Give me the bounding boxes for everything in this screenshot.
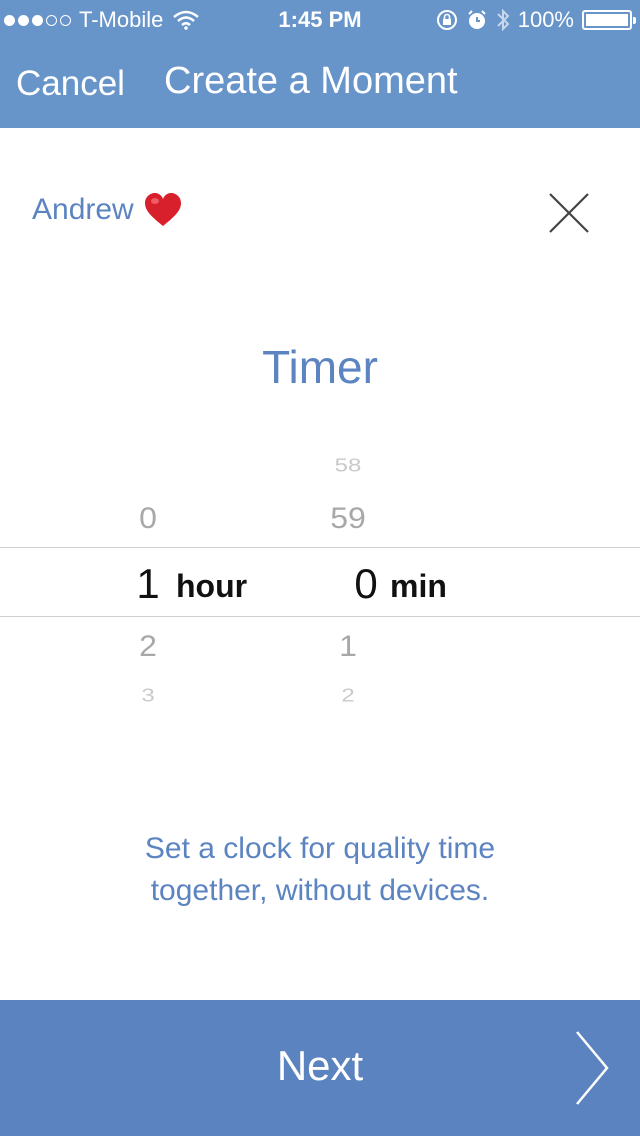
- battery-icon: [582, 10, 636, 30]
- minute-value-below-far: 2: [341, 685, 355, 706]
- minute-value-below: 1: [339, 629, 357, 663]
- picker-selection-top-line: [0, 547, 640, 548]
- next-label: Next: [276, 1042, 364, 1089]
- minute-value-above-far: 58: [334, 455, 362, 476]
- battery-percent: 100%: [517, 7, 574, 32]
- person-row: Andrew: [32, 192, 182, 228]
- red-heart-icon: [144, 193, 181, 226]
- duration-picker[interactable]: 0 1 2 3 hour 58 59 0 1 2 min: [0, 440, 640, 720]
- cancel-button[interactable]: Cancel: [16, 64, 125, 104]
- description-line-1: Set a clock for quality time: [144, 832, 496, 865]
- rotation-lock-icon: [436, 10, 457, 30]
- minute-value-above: 59: [330, 501, 366, 535]
- picker-selection-bottom-line: [0, 616, 640, 617]
- hour-unit-label: hour: [176, 568, 248, 604]
- nav-bar: Cancel Create a Moment: [0, 40, 640, 128]
- hour-value-below-far: 3: [141, 685, 155, 706]
- person-name: Andrew: [32, 193, 134, 226]
- description-line-2: together, without devices.: [150, 874, 490, 907]
- timer-description: Set a clock for quality time together, w…: [0, 828, 640, 912]
- close-icon[interactable]: [548, 192, 590, 234]
- page-title: Create a Moment: [164, 60, 458, 102]
- hour-value-below: 2: [139, 629, 157, 663]
- next-button[interactable]: Next: [0, 1000, 640, 1136]
- app-header: T-Mobile 1:45 PM 100% Cancel Create a Mo…: [0, 0, 640, 128]
- minute-unit-label: min: [390, 568, 447, 604]
- hour-value-above: 0: [139, 501, 157, 535]
- bluetooth-icon: [497, 8, 510, 32]
- chevron-right-icon: [576, 1031, 609, 1105]
- status-bar: T-Mobile 1:45 PM 100%: [0, 0, 640, 40]
- timer-title: Timer: [262, 341, 378, 393]
- alarm-icon: [468, 10, 486, 29]
